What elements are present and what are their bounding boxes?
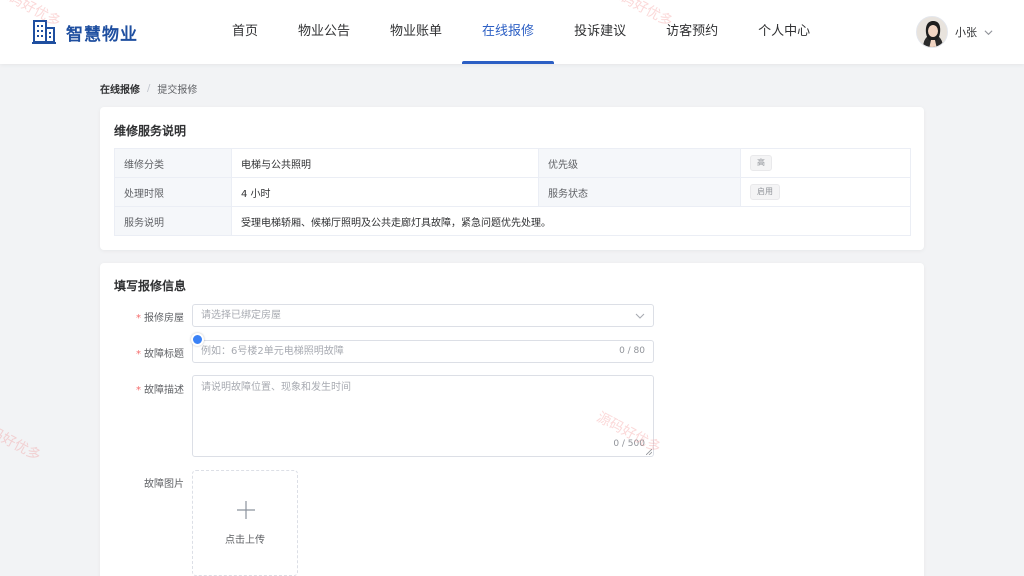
chevron-down-icon <box>984 29 993 35</box>
building-icon <box>32 20 56 44</box>
status-badge: 启用 <box>750 184 780 200</box>
service-info-title: 维修服务说明 <box>114 124 187 138</box>
nav-item-complaints[interactable]: 投诉建议 <box>554 0 646 64</box>
main-nav: 首页 物业公告 物业账单 在线报修 投诉建议 访客预约 个人中心 <box>212 0 830 64</box>
cursor-indicator <box>191 333 204 346</box>
category-label: 维修分类 <box>114 148 232 178</box>
table-row: 维修分类 电梯与公共照明 优先级 高 <box>114 148 911 178</box>
nav-item-bills[interactable]: 物业账单 <box>370 0 462 64</box>
upload-label: 点击上传 <box>225 535 265 546</box>
fault-desc-label: * 故障描述 <box>136 385 184 396</box>
nav-item-visitor-booking[interactable]: 访客预约 <box>646 0 738 64</box>
table-row: 处理时限 4 小时 服务状态 启用 <box>114 177 911 207</box>
chevron-down-icon <box>635 313 645 319</box>
plus-icon <box>237 501 255 519</box>
top-header: 智慧物业 首页 物业公告 物业账单 在线报修 投诉建议 访客预约 个人中心 小张 <box>0 0 1024 64</box>
breadcrumb: 在线报修 / 提交报修 <box>100 80 197 96</box>
fault-title-placeholder: 例如：6号楼2单元电梯照明故障 <box>201 346 344 357</box>
house-select[interactable]: 请选择已绑定房屋 <box>192 304 654 327</box>
avatar[interactable] <box>916 16 948 48</box>
category-value: 电梯与公共照明 <box>231 148 539 178</box>
service-info-table: 维修分类 电梯与公共照明 优先级 高 处理时限 4 小时 服务状态 启用 服务说… <box>114 148 911 236</box>
service-desc-label: 服务说明 <box>114 206 232 236</box>
breadcrumb-submit-repair: 提交报修 <box>157 84 198 96</box>
house-label: * 报修房屋 <box>136 313 184 324</box>
service-status-label: 服务状态 <box>538 177 741 207</box>
user-avatar-image <box>917 17 947 47</box>
fault-images-label: 故障图片 <box>144 479 184 490</box>
watermark: 源码好优多 <box>0 417 44 465</box>
required-mark: * <box>136 349 141 360</box>
nav-item-announcements[interactable]: 物业公告 <box>278 0 370 64</box>
user-menu[interactable]: 小张 <box>916 16 993 48</box>
breadcrumb-separator: / <box>147 82 151 94</box>
house-select-placeholder: 请选择已绑定房屋 <box>201 310 281 321</box>
repair-form-card: 填写报修信息 * 报修房屋 请选择已绑定房屋 * 故障标题 例如：6号楼2单元电梯照… <box>100 263 924 576</box>
fault-desc-textarea[interactable]: 请说明故障位置、现象和发生时间 0 / 500 <box>192 375 654 457</box>
fault-title-counter: 0 / 80 <box>619 346 645 356</box>
fault-title-label: * 故障标题 <box>136 349 184 360</box>
brand-name: 智慧物业 <box>66 24 138 45</box>
nav-item-home[interactable]: 首页 <box>212 0 278 64</box>
resize-handle-icon[interactable] <box>646 449 652 455</box>
nav-item-online-repair[interactable]: 在线报修 <box>462 0 555 64</box>
fault-desc-placeholder: 请说明故障位置、现象和发生时间 <box>201 382 351 393</box>
time-limit-value: 4 小时 <box>231 177 539 207</box>
time-limit-label: 处理时限 <box>114 177 232 207</box>
nav-item-personal-center[interactable]: 个人中心 <box>738 0 830 64</box>
brand-logo[interactable]: 智慧物业 <box>32 18 138 46</box>
breadcrumb-online-repair[interactable]: 在线报修 <box>100 81 140 96</box>
service-info-card: 维修服务说明 维修分类 电梯与公共照明 优先级 高 处理时限 4 小时 服务状态… <box>100 107 924 250</box>
required-mark: * <box>136 313 141 324</box>
fault-title-input[interactable]: 例如：6号楼2单元电梯照明故障 0 / 80 <box>192 340 654 363</box>
required-mark: * <box>136 385 141 396</box>
table-row: 服务说明 受理电梯轿厢、候梯厅照明及公共走廊灯具故障，紧急问题优先处理。 <box>114 206 911 236</box>
priority-label: 优先级 <box>538 148 741 178</box>
user-name: 小张 <box>955 26 977 39</box>
image-upload-button[interactable]: 点击上传 <box>192 470 298 576</box>
priority-tag: 高 <box>750 155 772 171</box>
fault-desc-counter: 0 / 500 <box>613 439 645 449</box>
service-desc-value: 受理电梯轿厢、候梯厅照明及公共走廊灯具故障，紧急问题优先处理。 <box>231 206 911 236</box>
repair-form-title: 填写报修信息 <box>114 279 187 293</box>
